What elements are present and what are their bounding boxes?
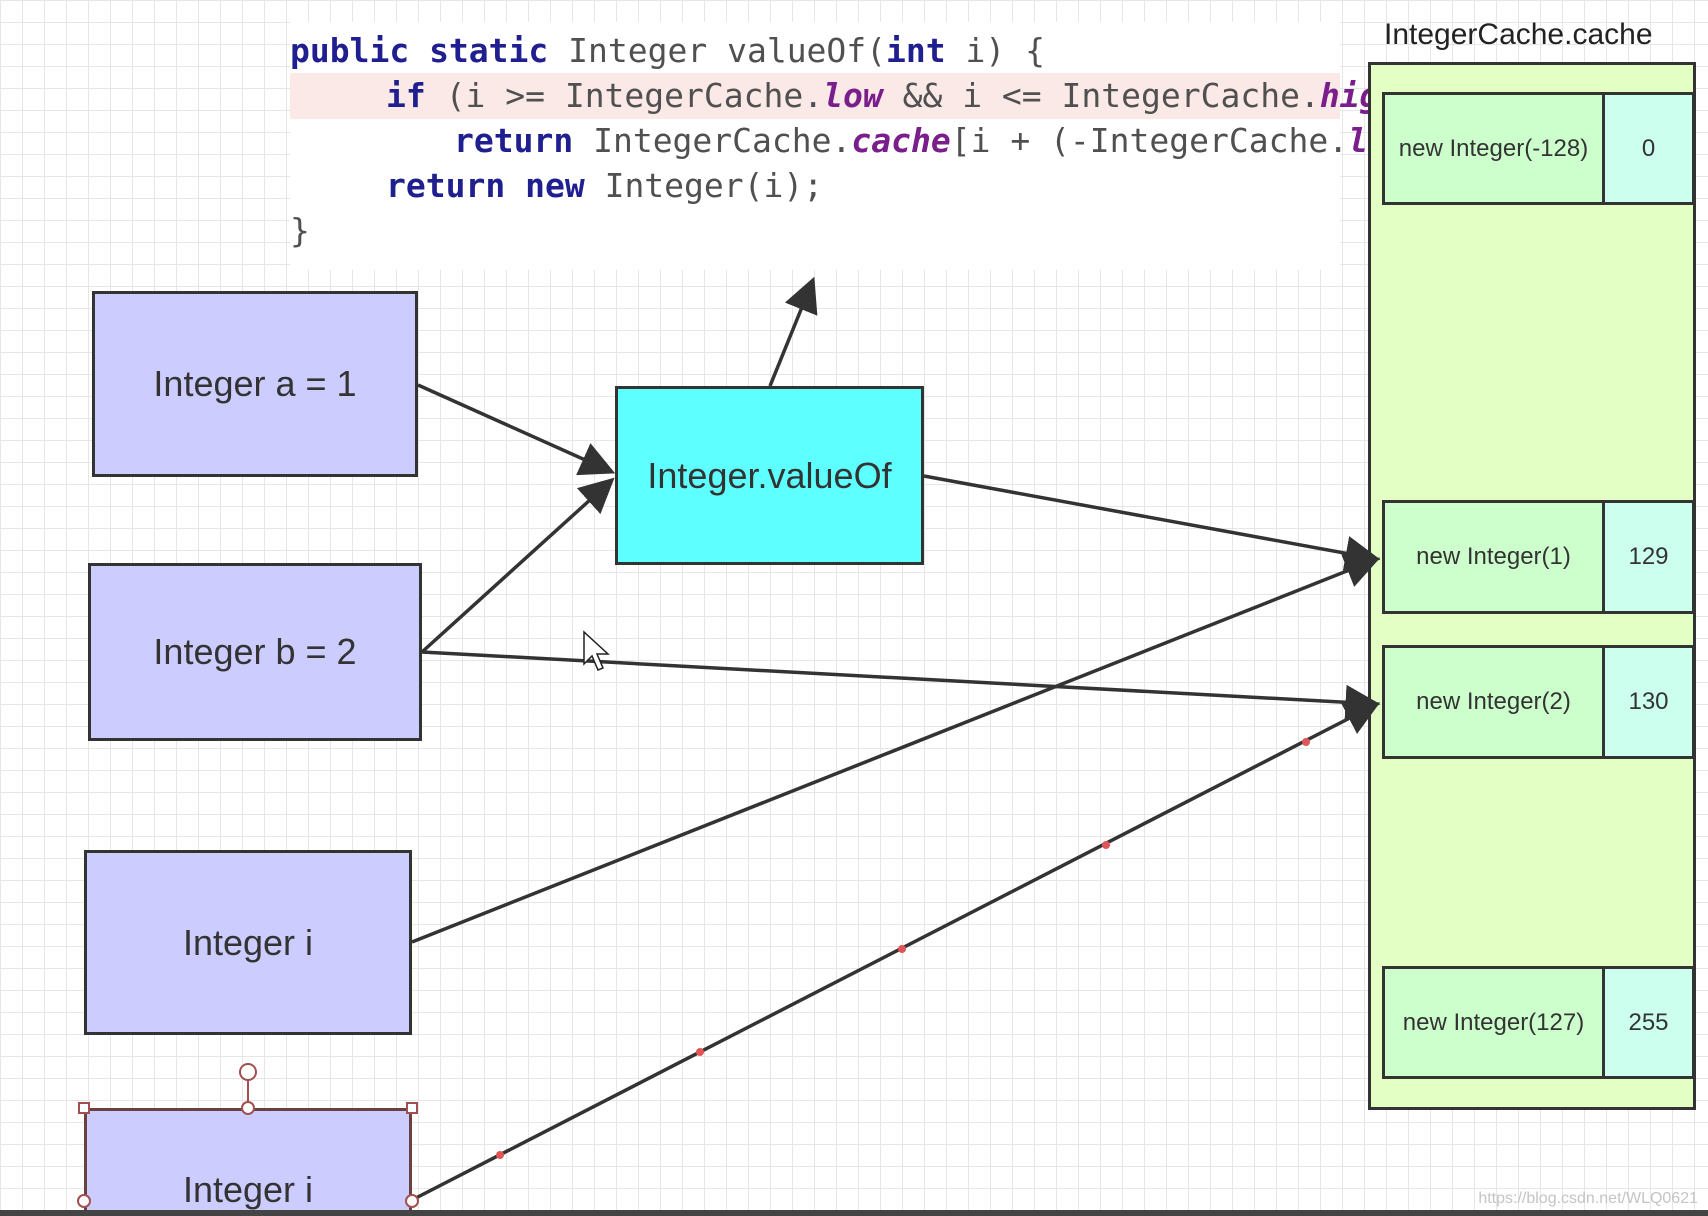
resize-handle-top-right[interactable] <box>406 1102 418 1114</box>
arrow-i-to-entry-1[interactable] <box>411 554 1381 944</box>
waypoint-marker <box>496 1151 504 1159</box>
arrow-b-to-entry-2[interactable] <box>421 650 1381 720</box>
arrow-a-to-valueof[interactable] <box>417 383 616 476</box>
waypoint-marker <box>1102 841 1110 849</box>
waypoint-marker <box>1302 738 1310 746</box>
arrow-valueof-to-entry-1[interactable] <box>923 474 1381 571</box>
connector-layer <box>77 276 1381 1208</box>
resize-handle-top-left[interactable] <box>78 1102 90 1114</box>
mouse-cursor-icon <box>583 630 610 671</box>
rotation-handle[interactable] <box>239 1063 257 1081</box>
arrow-selected-i-to-entry-2[interactable] <box>411 702 1381 1202</box>
resize-handle-right[interactable] <box>405 1194 419 1208</box>
resize-handle-left[interactable] <box>77 1194 91 1208</box>
waypoint-marker <box>696 1048 704 1056</box>
watermark: https://blog.csdn.net/WLQ0621 <box>1478 1190 1698 1207</box>
bottom-bar <box>0 1210 1708 1216</box>
waypoint-marker <box>898 945 906 953</box>
arrow-b-to-valueof[interactable] <box>420 477 615 654</box>
resize-handle-top-center[interactable] <box>241 1101 255 1115</box>
arrow-valueof-to-code[interactable] <box>768 276 818 387</box>
